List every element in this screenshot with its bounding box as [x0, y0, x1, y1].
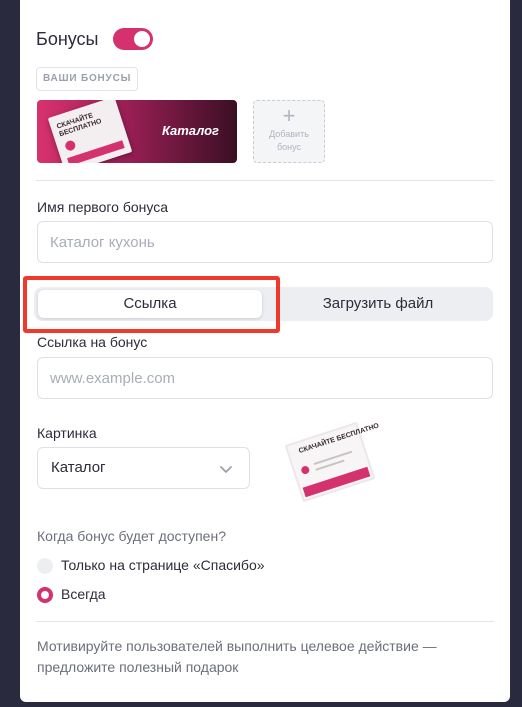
bonus-card-label: Каталог [162, 123, 219, 138]
section-divider-bottom [36, 621, 494, 622]
bonus-name-label: Имя первого бонуса [37, 199, 169, 215]
bonus-title: Бонусы [36, 28, 99, 49]
availability-question: Когда бонус будет доступен? [37, 528, 226, 544]
tab-upload-file[interactable]: Загрузить файл [266, 290, 490, 318]
section-divider [36, 180, 494, 181]
catalog-thumbnail-dot [64, 139, 77, 152]
add-bonus-button[interactable]: + Добавить бонус [253, 100, 325, 163]
bonus-card-catalog[interactable]: СКАЧАЙТЕ БЕСПЛАТНО Каталог [37, 100, 237, 163]
chevron-down-icon [220, 466, 232, 473]
catalog-thumbnail-text: СКАЧАЙТЕ БЕСПЛАТНО [55, 112, 103, 139]
plus-icon: + [282, 103, 296, 128]
catalog-thumbnail: СКАЧАЙТЕ БЕСПЛАТНО [47, 100, 133, 163]
bonus-toggle[interactable] [112, 28, 153, 50]
bonus-settings-panel: Бонусы ВАШИ БОНУСЫ СКАЧАЙТЕ БЕСПЛАТНО Ка… [20, 0, 510, 702]
radio-always[interactable] [37, 587, 53, 603]
catalog-thumbnail-bar [67, 140, 125, 163]
bonus-link-label: Ссылка на бонус [37, 334, 148, 350]
bonus-hint-text: Мотивируйте пользователей выполнить целе… [37, 638, 437, 675]
radio-thanks-page[interactable] [37, 558, 53, 574]
add-bonus-label-line1: Добавить [269, 129, 309, 139]
bonus-header: Бонусы [36, 28, 153, 50]
catalog-preview-image: СКАЧАЙТЕ БЕСПЛАТНО [285, 420, 381, 502]
bonus-name-input[interactable] [37, 221, 493, 263]
picture-label: Картинка [37, 425, 97, 441]
bonus-link-input[interactable] [37, 357, 493, 399]
picture-select[interactable]: Каталог [37, 447, 250, 489]
toggle-knob [133, 31, 150, 47]
radio-thanks-page-label: Только на странице «Спасибо» [61, 557, 265, 573]
highlight-box [23, 276, 280, 333]
your-bonuses-badge: ВАШИ БОНУСЫ [36, 67, 139, 91]
radio-always-label: Всегда [61, 586, 106, 602]
picture-preview: СКАЧАЙТЕ БЕСПЛАТНО [278, 420, 382, 502]
picture-select-value: Каталог [51, 459, 106, 476]
add-bonus-label-line2: бонус [276, 142, 302, 152]
